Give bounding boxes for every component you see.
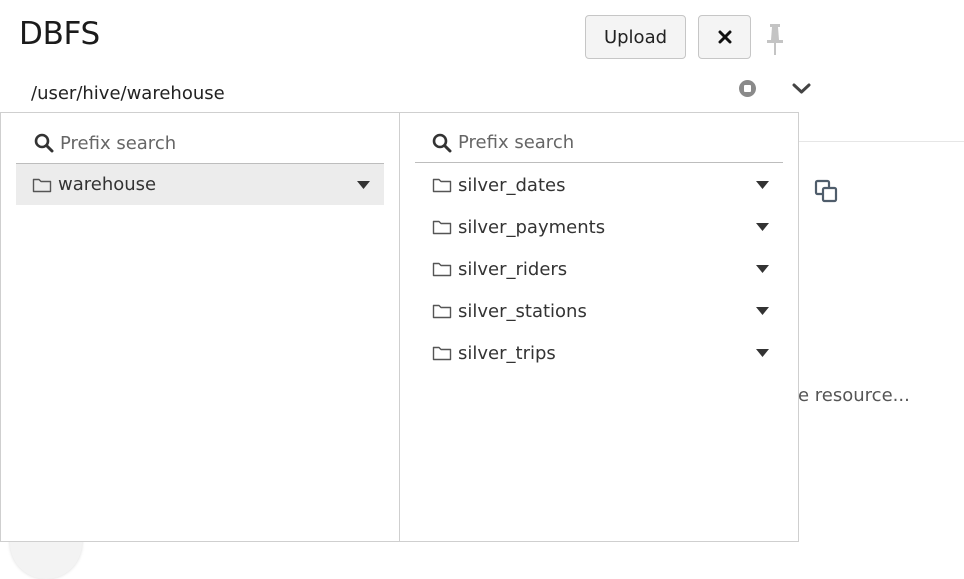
right-search-placeholder: Prefix search — [458, 132, 575, 153]
pin-icon[interactable] — [765, 22, 785, 56]
page-title: DBFS — [19, 16, 100, 52]
caret-down-icon[interactable] — [756, 181, 769, 189]
left-column: Prefix search warehouse — [1, 113, 400, 541]
search-icon — [432, 133, 452, 152]
list-item-silver-stations[interactable]: silver_stations — [415, 290, 783, 332]
folder-icon — [432, 178, 452, 193]
chevron-down-icon[interactable] — [791, 81, 812, 97]
caret-down-icon[interactable] — [756, 349, 769, 357]
right-prefix-search[interactable]: Prefix search — [415, 123, 783, 163]
list-item-label: silver_payments — [458, 216, 606, 238]
list-item-warehouse[interactable]: warehouse — [16, 163, 384, 205]
list-item-silver-trips[interactable]: silver_trips — [415, 332, 783, 374]
folder-icon — [432, 262, 452, 277]
upload-button[interactable]: Upload — [585, 15, 686, 59]
resource-text: e resource... — [798, 385, 910, 406]
list-item-silver-payments[interactable]: silver_payments — [415, 206, 783, 248]
list-item-label: silver_riders — [458, 258, 568, 280]
stop-icon[interactable] — [738, 79, 757, 98]
search-icon — [34, 133, 54, 153]
current-path: /user/hive/warehouse — [31, 83, 225, 104]
background-divider — [798, 141, 964, 142]
caret-down-icon[interactable] — [756, 307, 769, 315]
list-item-label: silver_stations — [458, 300, 587, 322]
folder-icon — [432, 346, 452, 361]
folder-icon — [432, 220, 452, 235]
folder-icon — [32, 178, 52, 192]
folder-icon — [432, 304, 452, 319]
list-item-label: warehouse — [58, 174, 157, 195]
list-item-silver-riders[interactable]: silver_riders — [415, 248, 783, 290]
left-search-placeholder: Prefix search — [60, 132, 177, 154]
close-icon — [718, 30, 731, 44]
close-button[interactable] — [698, 15, 751, 59]
right-column: Prefix search silver_dates silver_paymen… — [400, 113, 798, 541]
path-browser-dropdown: Prefix search warehouse Prefix search si… — [0, 112, 799, 542]
list-item-label: silver_dates — [458, 174, 566, 196]
list-item-silver-dates[interactable]: silver_dates — [415, 164, 783, 206]
caret-down-icon[interactable] — [357, 181, 370, 189]
list-item-label: silver_trips — [458, 342, 556, 364]
caret-down-icon[interactable] — [756, 223, 769, 231]
caret-down-icon[interactable] — [756, 265, 769, 273]
copy-icon[interactable] — [814, 179, 838, 203]
left-prefix-search[interactable]: Prefix search — [34, 123, 384, 163]
